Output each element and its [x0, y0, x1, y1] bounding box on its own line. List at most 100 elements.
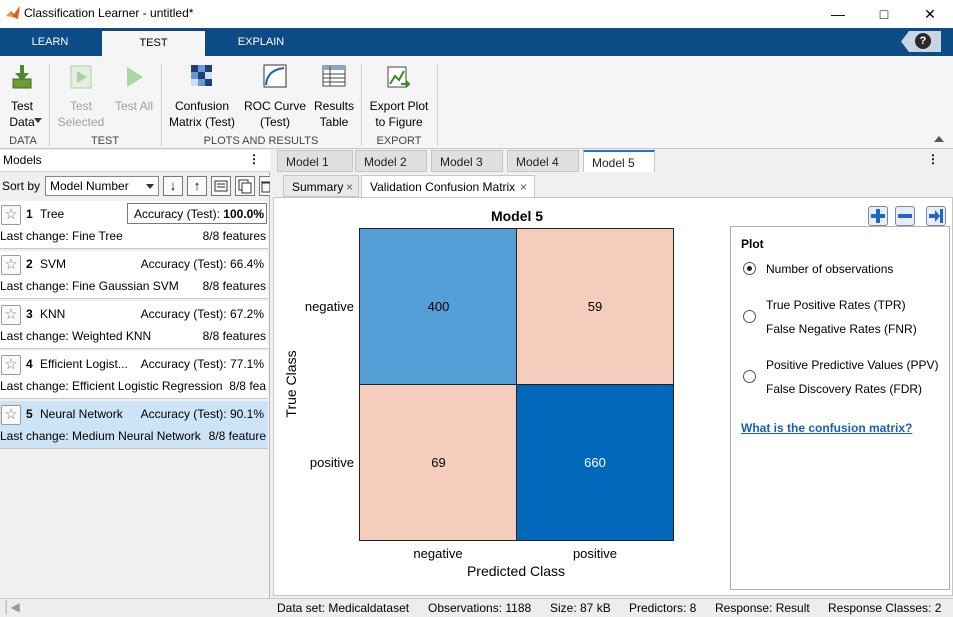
star-icon[interactable]: ☆: [1, 405, 21, 425]
radio-label: Positive Predictive Values (PPV): [766, 358, 939, 372]
kebab-menu-icon[interactable]: ⋮: [927, 152, 939, 166]
tab-summary[interactable]: Summary ×: [283, 175, 359, 197]
close-tab-icon[interactable]: ×: [346, 176, 353, 198]
tab-model-2[interactable]: Model 2: [355, 150, 427, 172]
collapse-ribbon-icon[interactable]: [934, 136, 944, 142]
plot-options-panel: Plot Number of observations True Positiv…: [730, 226, 950, 590]
model-item-3[interactable]: ☆ 3 KNN Accuracy (Test): 67.2% Last chan…: [0, 301, 268, 349]
model-accuracy: Accuracy (Test): 66.4%: [140, 257, 264, 271]
cell-pos-neg[interactable]: 69: [360, 385, 517, 540]
tab-explain[interactable]: EXPLAIN: [220, 28, 302, 56]
duplicate-model-button[interactable]: [235, 176, 255, 196]
cell-pos-pos[interactable]: 660: [517, 385, 673, 540]
status-response-classes: Response Classes: 2: [828, 601, 942, 615]
y-axis-label: True Class: [283, 350, 299, 418]
kebab-menu-icon[interactable]: ⋮: [248, 152, 260, 166]
zoom-in-button[interactable]: [868, 206, 888, 226]
minimize-button[interactable]: —: [815, 0, 861, 28]
confusion-matrix-button[interactable]: Confusion Matrix (Test): [168, 64, 236, 130]
dropdown-arrow-icon: [34, 118, 42, 123]
sort-ascending-button[interactable]: ↑: [187, 176, 207, 196]
test-all-button[interactable]: Test All: [112, 64, 156, 114]
tab-model-1[interactable]: Model 1: [277, 150, 353, 172]
sort-descending-button[interactable]: ↓: [163, 176, 183, 196]
zoom-out-button[interactable]: [895, 206, 915, 226]
close-button[interactable]: ✕: [907, 0, 953, 28]
dock-options-button[interactable]: [926, 206, 946, 226]
model-item-2[interactable]: ☆ 2 SVM Accuracy (Test): 66.4% Last chan…: [0, 251, 268, 299]
matlab-logo-icon: [6, 6, 20, 19]
model-features: 8/8 features: [202, 229, 266, 243]
cell-neg-pos[interactable]: 59: [517, 229, 673, 385]
y-tick-positive: positive: [309, 455, 354, 470]
model-item-4[interactable]: ☆ 4 Efficient Logist... Accuracy (Test):…: [0, 351, 268, 399]
model-last-change: Last change: Fine Gaussian SVM: [0, 279, 179, 293]
test-selected-button[interactable]: Test Selected: [55, 64, 107, 130]
status-response: Response: Result: [715, 601, 810, 615]
model-accuracy: Accuracy (Test): 100.0%: [133, 207, 264, 221]
roc-curve-button[interactable]: ROC Curve (Test): [242, 64, 308, 130]
tab-model-5[interactable]: Model 5: [583, 150, 655, 172]
radio-tpr-fnr[interactable]: [743, 310, 756, 323]
confusion-matrix-icon: [191, 65, 212, 86]
tab-learn[interactable]: LEARN: [10, 28, 90, 56]
star-icon[interactable]: ☆: [1, 305, 21, 325]
model-accuracy: Accuracy (Test): 77.1%: [140, 357, 264, 371]
list-details-icon: [214, 180, 228, 192]
tab-model-3[interactable]: Model 3: [431, 150, 503, 172]
plot-options-title: Plot: [741, 237, 764, 251]
model-last-change: Last change: Fine Tree: [0, 229, 123, 243]
title-bar: Classification Learner - untitled* — □ ✕: [0, 0, 953, 28]
model-name: Tree: [40, 207, 65, 221]
confusion-matrix-view: Model 5 400 59 69 660 negative positive …: [273, 197, 953, 596]
radio-label: False Discovery Rates (FDR): [766, 382, 923, 396]
radio-number-observations[interactable]: [743, 262, 756, 275]
chevron-down-icon: [146, 184, 154, 189]
delete-model-button[interactable]: [259, 176, 271, 196]
group-label-plots: PLOTS AND RESULTS: [203, 135, 319, 147]
export-plot-icon: [387, 66, 411, 88]
model-features: 8/8 fea: [229, 379, 266, 393]
model-name: SVM: [40, 257, 67, 271]
test-data-button[interactable]: Test Data: [4, 64, 42, 130]
model-accuracy: Accuracy (Test): 90.1%: [140, 407, 264, 421]
model-last-change: Last change: Medium Neural Network: [0, 429, 201, 443]
status-observations: Observations: 1188: [428, 601, 532, 615]
model-details-button[interactable]: [211, 176, 231, 196]
close-tab-icon[interactable]: ×: [520, 176, 527, 198]
group-divider: [49, 64, 50, 146]
help-button[interactable]: ?: [901, 31, 941, 52]
model-item-1[interactable]: ☆ 1 Tree Accuracy (Test): 100.0% Last ch…: [0, 201, 268, 249]
model-features: 8/8 features: [202, 279, 266, 293]
model-name: KNN: [40, 307, 66, 321]
star-icon[interactable]: ☆: [1, 355, 21, 375]
confusion-matrix-grid: 400 59 69 660: [359, 228, 674, 541]
status-dataset: Data set: Medicaldataset: [277, 601, 410, 615]
collapse-left-icon[interactable]: │◀: [3, 600, 20, 614]
plus-icon: [871, 209, 885, 223]
confusion-matrix-help-link[interactable]: What is the confusion matrix?: [741, 421, 912, 435]
export-plot-button[interactable]: Export Plot to Figure: [366, 64, 432, 130]
radio-ppv-fdr[interactable]: [743, 370, 756, 383]
x-tick-negative: negative: [413, 546, 463, 561]
tab-model-4[interactable]: Model 4: [507, 150, 579, 172]
table-icon: [322, 65, 346, 87]
x-tick-positive: positive: [572, 546, 618, 561]
sort-select[interactable]: Model Number: [45, 176, 159, 196]
ribbon-toolstrip: Test Data DATA Test Selected Test All TE…: [0, 56, 953, 149]
model-item-5[interactable]: ☆ 5 Neural Network Accuracy (Test): 90.1…: [0, 401, 268, 449]
status-size: Size: 87 kB: [550, 601, 611, 615]
models-panel: Models ⋮ Sort by Model Number ↓ ↑ ☆ 1 Tr…: [0, 150, 271, 598]
tab-test[interactable]: TEST: [102, 31, 205, 56]
group-label-export: EXPORT: [376, 135, 422, 147]
test-selected-icon: [70, 65, 92, 89]
results-table-button[interactable]: Results Table: [312, 64, 356, 130]
tab-validation-confusion-matrix[interactable]: Validation Confusion Matrix ×: [361, 175, 535, 197]
radio-label: Number of observations: [766, 262, 894, 276]
maximize-button[interactable]: □: [861, 0, 907, 28]
sort-label: Sort by: [2, 179, 41, 193]
x-axis-label: Predicted Class: [466, 563, 566, 579]
star-icon[interactable]: ☆: [1, 205, 21, 225]
star-icon[interactable]: ☆: [1, 255, 21, 275]
cell-neg-neg[interactable]: 400: [360, 229, 517, 385]
